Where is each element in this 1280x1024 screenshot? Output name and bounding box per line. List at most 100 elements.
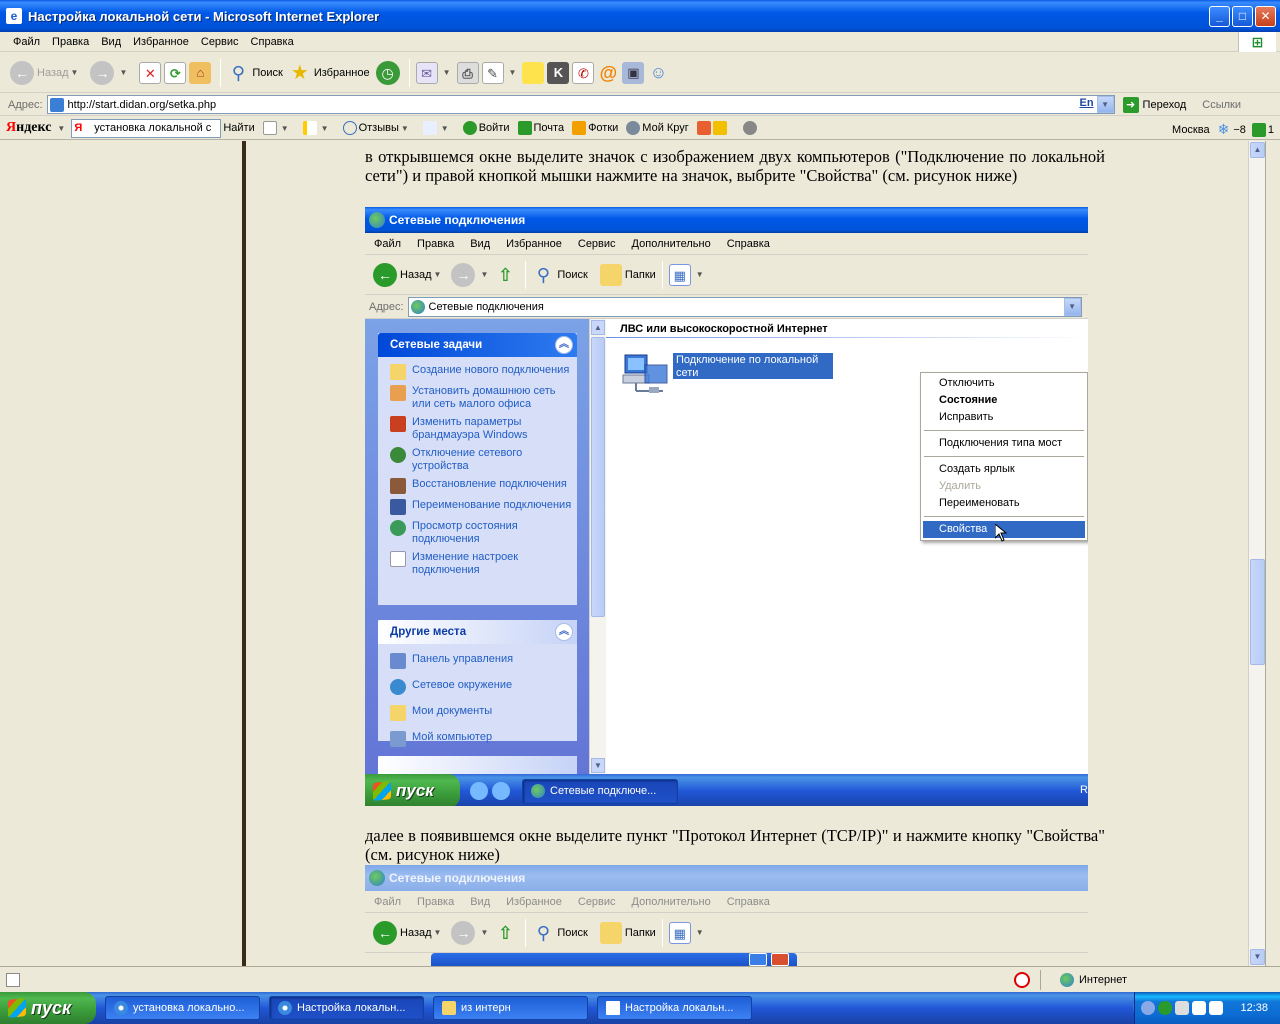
- yandex-weather[interactable]: Москва ❄ −8 1: [1172, 121, 1274, 138]
- forward-dropdown-icon[interactable]: ▼: [119, 68, 127, 77]
- place-item: Мои документы: [378, 702, 577, 728]
- note-icon[interactable]: [522, 61, 545, 84]
- links-label[interactable]: Ссылки: [1202, 99, 1241, 111]
- task-item: Создание нового подключения: [378, 361, 577, 382]
- shot2-menu: Файл Правка Вид Избранное Сервис Дополни…: [365, 891, 1088, 913]
- tray-network-icon[interactable]: [1158, 1001, 1172, 1015]
- up-folder-icon: ⇧: [497, 922, 513, 943]
- maximize-button[interactable]: □: [1232, 5, 1253, 27]
- tray-app-icon-3[interactable]: [1209, 1001, 1223, 1015]
- page-content: в открывшемся окне выделите значок с изо…: [0, 141, 1264, 966]
- back-dropdown-icon[interactable]: ▼: [71, 68, 79, 77]
- ie-app-icon[interactable]: e: [6, 8, 22, 24]
- search-button[interactable]: ⚲ Поиск: [227, 62, 283, 84]
- mail-icon[interactable]: ✉: [415, 61, 438, 84]
- network-icon: [369, 870, 385, 886]
- menu-help[interactable]: Справка: [245, 36, 300, 48]
- yandex-photos-button[interactable]: Фотки: [572, 121, 618, 135]
- yandex-logo[interactable]: Яндекс: [6, 120, 51, 136]
- mail-dropdown-icon[interactable]: ▼: [443, 68, 451, 77]
- yandex-circle-button[interactable]: Мой Круг: [626, 121, 689, 135]
- refresh-icon[interactable]: ⟳: [164, 61, 187, 84]
- home-icon[interactable]: ⌂: [189, 61, 212, 84]
- security-zone[interactable]: Интернет: [1060, 973, 1127, 987]
- shot2-close-button: [771, 953, 789, 966]
- clock[interactable]: 12:38: [1240, 1002, 1268, 1014]
- favorites-button[interactable]: ★ Избранное: [289, 62, 370, 84]
- forward-button[interactable]: → ▼: [90, 60, 133, 85]
- yandex-highlight-button[interactable]: ▼: [262, 121, 295, 135]
- history-icon[interactable]: ◷: [375, 60, 400, 85]
- status-icon: [390, 520, 406, 536]
- other-places-box: Другие места ︽ Панель управления Сетевое…: [378, 620, 577, 747]
- users-icon[interactable]: ☺: [647, 62, 669, 84]
- task-item: Установить домашнюю сеть или сеть малого…: [378, 382, 577, 413]
- tray-app-icon-2[interactable]: [1192, 1001, 1206, 1015]
- shot1-address-bar: Адрес: Сетевые подключения ▼: [365, 295, 1088, 319]
- shot2-address-partial: [365, 953, 1088, 966]
- scroll-thumb[interactable]: [1250, 559, 1265, 665]
- edit-dropdown-icon[interactable]: ▼: [509, 68, 517, 77]
- edit-icon[interactable]: ✎: [481, 61, 504, 84]
- yandex-settings-button[interactable]: [742, 121, 759, 135]
- taskbar-item-folder[interactable]: из интерн: [433, 996, 588, 1020]
- research-icon[interactable]: K: [547, 61, 570, 84]
- taskbar-item-document[interactable]: Настройка локальн...: [597, 996, 752, 1020]
- page-vertical-scrollbar[interactable]: ▲ ▼: [1248, 141, 1265, 966]
- yandex-search-input[interactable]: Я установка локальной с: [71, 118, 222, 138]
- group-divider: [606, 337, 1088, 338]
- menu-edit[interactable]: Правка: [46, 36, 95, 48]
- network-tasks-title: Сетевые задачи: [390, 339, 483, 351]
- folder-icon: [442, 1001, 456, 1015]
- shot1-menu-help: Справка: [726, 237, 770, 250]
- dropdown-icon: ▼: [433, 270, 442, 279]
- yandex-spell-button[interactable]: ▼: [422, 121, 455, 135]
- menu-file[interactable]: Файл: [0, 36, 46, 48]
- start-button[interactable]: пуск: [0, 992, 96, 1024]
- screenshot-network-connections-2: Сетевые подключения Файл Правка Вид Избр…: [365, 865, 1088, 966]
- back-button[interactable]: ← Назад ▼: [10, 60, 84, 85]
- address-input[interactable]: http://start.didan.org/setka.php En ▼: [46, 95, 1115, 114]
- star-add-icon: [712, 121, 727, 135]
- messenger-icon[interactable]: ✆: [572, 61, 595, 84]
- shot1-taskbar: пуск Сетевые подключе... R: [365, 774, 1088, 806]
- desktop-icon: [492, 782, 510, 800]
- scroll-up-icon[interactable]: ▲: [1250, 142, 1265, 158]
- menu-view[interactable]: Вид: [95, 36, 127, 48]
- instruction-paragraph-2: далее в появившемся окне выделите пункт …: [365, 826, 1105, 864]
- yandex-extra-button[interactable]: [696, 121, 729, 135]
- media-icon[interactable]: ▣: [622, 61, 645, 84]
- language-indicator[interactable]: En: [1079, 97, 1093, 109]
- menu-tools[interactable]: Сервис: [195, 36, 245, 48]
- shot1-task-network: Сетевые подключе...: [522, 778, 678, 804]
- yandex-mail-button[interactable]: Почта: [517, 121, 564, 135]
- minimize-button[interactable]: _: [1209, 5, 1230, 27]
- folders-icon: [599, 921, 622, 944]
- address-url[interactable]: http://start.didan.org/setka.php: [68, 99, 217, 111]
- ctx-delete: Удалить: [939, 480, 981, 492]
- scroll-down-icon[interactable]: ▼: [1250, 949, 1265, 965]
- stop-icon[interactable]: ✕: [139, 61, 162, 84]
- at-icon[interactable]: @: [597, 62, 619, 84]
- tray-app-icon[interactable]: [1175, 1001, 1189, 1015]
- print-icon[interactable]: ⎙: [456, 61, 479, 84]
- ie-icon: [470, 782, 488, 800]
- go-button[interactable]: ➜ Переход: [1122, 96, 1186, 113]
- yandex-login-button[interactable]: Войти: [462, 121, 510, 135]
- yandex-dropdown-icon[interactable]: ▼: [57, 124, 65, 133]
- yandex-reviews-button[interactable]: Отзывы ▼: [342, 121, 415, 135]
- tray-arrow-icon[interactable]: [1141, 1001, 1155, 1015]
- taskbar-item-ie-search[interactable]: установка локально...: [105, 996, 260, 1020]
- taskbar-item-ie-active[interactable]: Настройка локальн...: [269, 996, 424, 1020]
- address-dropdown-icon[interactable]: ▼: [1096, 96, 1114, 113]
- search-label: Поиск: [252, 66, 283, 79]
- scroll-up-icon: ▲: [591, 320, 605, 335]
- network-icon: [369, 212, 385, 228]
- yandex-stats-button[interactable]: ▼: [302, 121, 335, 135]
- yandex-find-button[interactable]: Найти: [223, 122, 254, 134]
- shot1-menu-tools: Сервис: [577, 237, 616, 250]
- task-item: Изменение настроек подключения: [378, 548, 577, 579]
- menu-favorites[interactable]: Избранное: [127, 36, 195, 48]
- close-button[interactable]: ✕: [1255, 5, 1276, 27]
- popup-blocked-icon[interactable]: [1014, 972, 1030, 988]
